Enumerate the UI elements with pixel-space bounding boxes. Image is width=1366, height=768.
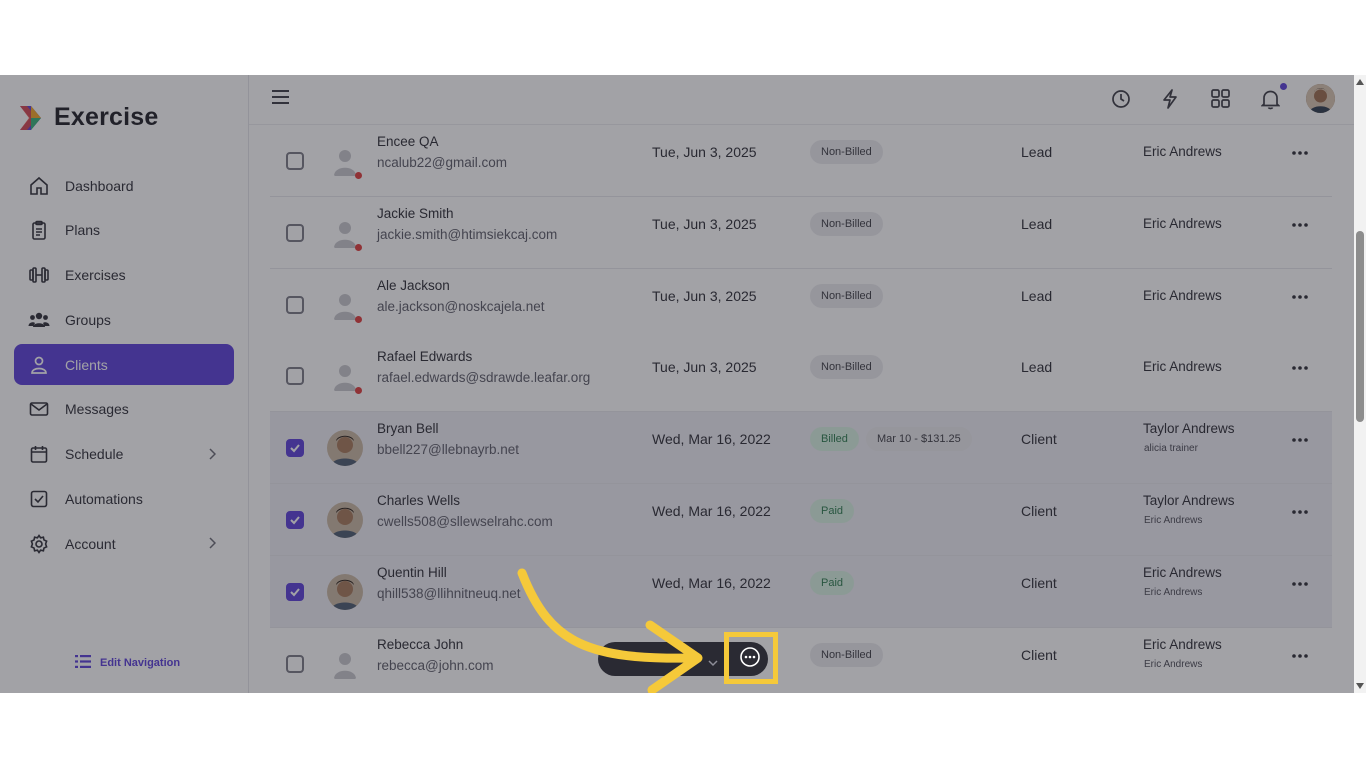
highlight-box (724, 632, 778, 684)
scroll-up-arrow[interactable] (1356, 79, 1364, 85)
letterbox-top (0, 0, 1366, 75)
scroll-down-arrow[interactable] (1356, 683, 1364, 689)
app-window: Exercise Dashboard Plans Exercises Group… (0, 75, 1366, 693)
letterbox-bottom (0, 693, 1366, 768)
scrollbar[interactable] (1354, 75, 1366, 693)
scroll-thumb[interactable] (1356, 231, 1364, 422)
pointer-arrow (517, 568, 703, 693)
